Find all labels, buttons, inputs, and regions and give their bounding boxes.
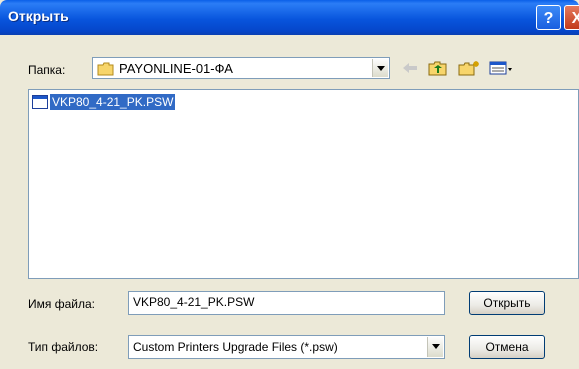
folder-value: PAYONLINE-01-ФА xyxy=(119,61,233,76)
file-name: VKP80_4-21_PK.PSW xyxy=(50,94,176,110)
folder-icon xyxy=(97,62,115,79)
chevron-down-icon[interactable] xyxy=(372,59,388,77)
up-folder-icon[interactable] xyxy=(428,60,448,76)
folder-select[interactable]: PAYONLINE-01-ФА xyxy=(92,57,390,79)
help-button[interactable]: ? xyxy=(536,5,561,30)
open-button[interactable]: Открыть xyxy=(469,291,545,315)
close-button[interactable]: X xyxy=(564,5,579,30)
cancel-button[interactable]: Отмена xyxy=(469,335,545,359)
view-menu-icon[interactable] xyxy=(489,60,513,76)
window-title: Открыть xyxy=(8,8,69,24)
file-icon xyxy=(32,95,48,109)
folder-label: Папка: xyxy=(28,63,66,77)
list-item[interactable]: VKP80_4-21_PK.PSW xyxy=(32,93,176,111)
back-arrow-icon[interactable] xyxy=(401,60,419,76)
filename-input[interactable]: VKP80_4-21_PK.PSW xyxy=(128,291,445,315)
filetype-label: Тип файлов: xyxy=(28,340,99,354)
filetype-value: Custom Printers Upgrade Files (*.psw) xyxy=(133,340,338,354)
filetype-select[interactable]: Custom Printers Upgrade Files (*.psw) xyxy=(128,335,445,359)
new-folder-icon[interactable] xyxy=(458,60,480,76)
filename-label: Имя файла: xyxy=(28,297,95,311)
chevron-down-icon[interactable] xyxy=(427,337,443,357)
title-bar[interactable]: Открыть ? X xyxy=(0,0,579,35)
file-list[interactable]: VKP80_4-21_PK.PSW xyxy=(28,89,579,279)
